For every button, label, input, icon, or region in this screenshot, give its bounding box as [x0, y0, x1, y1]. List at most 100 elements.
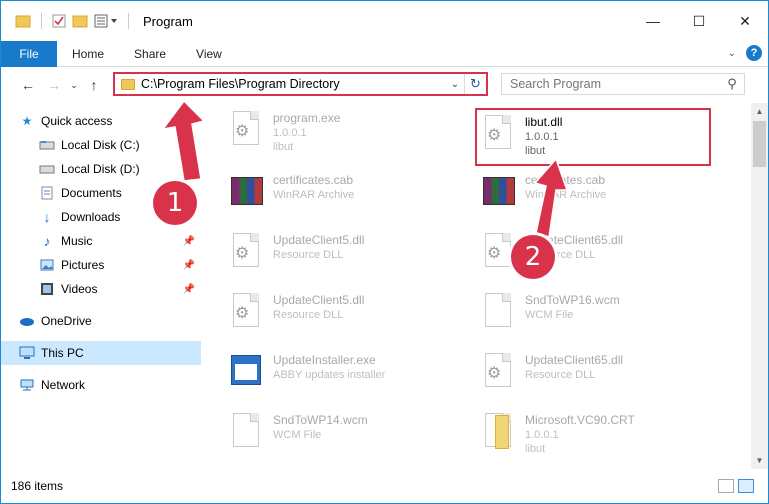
search-input[interactable]: [510, 77, 720, 91]
sidebar-item-network[interactable]: Network: [1, 373, 201, 397]
gear-icon: ⚙: [487, 365, 502, 382]
address-bar[interactable]: C:\Program Files\Program Directory ⌄ ↻: [113, 72, 488, 96]
sidebar-item-local-disk-c[interactable]: Local Disk (C:) 📌: [1, 133, 201, 157]
pin-icon[interactable]: 📌: [183, 236, 195, 247]
drive-icon: [39, 162, 55, 176]
ribbon-tabs: File Home Share View ⌄ ?: [1, 40, 768, 67]
file-item-certificates-cab[interactable]: certificates.cab WinRAR Archive: [477, 167, 717, 223]
file-item-updateclient5-dll[interactable]: ⚙ UpdateClient5.dll Resource DLL: [225, 227, 465, 283]
file-type: WinRAR Archive: [525, 189, 607, 201]
chevron-down-icon[interactable]: ⌄: [446, 79, 464, 90]
file-company: libut: [525, 443, 546, 455]
explorer-window: Program — ☐ ✕ File Home Share View ⌄ ? ←…: [0, 0, 769, 504]
tab-file[interactable]: File: [1, 40, 57, 67]
file-type: WinRAR Archive: [273, 189, 355, 201]
download-icon: ↓: [43, 209, 51, 225]
sidebar-item-quick-access[interactable]: ★ Quick access: [1, 109, 201, 133]
file-item-updateclient65-dll[interactable]: ⚙ UpdateClient65.dll Resource DLL: [477, 347, 717, 403]
file-item-sndtowp16-wcm[interactable]: SndToWP16.wcm WCM File: [477, 287, 717, 343]
step-2-badge: 2: [511, 235, 555, 279]
sidebar-item-onedrive[interactable]: OneDrive: [1, 309, 201, 333]
computer-icon: [19, 346, 35, 360]
pin-icon[interactable]: 📌: [183, 164, 195, 175]
tab-home[interactable]: Home: [57, 41, 119, 67]
gear-icon: ⚙: [235, 123, 250, 140]
documents-icon: [39, 186, 55, 200]
file-thumbnail: ⚙: [477, 351, 517, 395]
highlight-box: [475, 108, 711, 166]
file-item-certificates-cab[interactable]: certificates.cab WinRAR Archive: [225, 167, 465, 223]
tab-view[interactable]: View: [181, 41, 237, 67]
close-button[interactable]: ✕: [722, 1, 768, 41]
properties-icon[interactable]: [52, 14, 66, 28]
maximize-button[interactable]: ☐: [676, 1, 722, 41]
navigation-bar: ← → ⌄ ↑ C:\Program Files\Program Directo…: [1, 67, 768, 103]
pin-icon[interactable]: 📌: [183, 284, 195, 295]
recent-locations-icon[interactable]: ⌄: [67, 71, 81, 99]
new-folder-icon[interactable]: [72, 14, 88, 28]
view-buttons: [718, 479, 754, 493]
sidebar-item-pictures[interactable]: Pictures 📌: [1, 253, 201, 277]
file-type: Resource DLL: [273, 309, 344, 321]
sidebar-item-videos[interactable]: Videos 📌: [1, 277, 201, 301]
scroll-down-icon[interactable]: ▼: [751, 452, 768, 469]
pin-icon[interactable]: 📌: [183, 140, 195, 151]
file-name: UpdateInstaller.exe: [273, 353, 376, 367]
file-name: Microsoft.VC90.CRT: [525, 413, 635, 427]
pin-icon[interactable]: 📌: [183, 260, 195, 271]
customize-toolbar-icon[interactable]: [94, 14, 118, 28]
sidebar-item-label: Downloads: [61, 210, 121, 224]
sidebar-item-label: Documents: [61, 186, 122, 200]
file-name: UpdateClient5.dll: [273, 233, 365, 247]
file-item-updateclient5-dll[interactable]: ⚙ UpdateClient5.dll Resource DLL: [225, 287, 465, 343]
folder-icon[interactable]: [15, 14, 31, 28]
help-icon[interactable]: ?: [746, 45, 762, 61]
window-title: Program: [143, 13, 193, 29]
vertical-scrollbar[interactable]: ▲ ▼: [751, 103, 768, 469]
file-thumbnail: [225, 171, 265, 215]
file-thumbnail: ⚙: [225, 291, 265, 335]
forward-arrow-icon[interactable]: →: [41, 71, 67, 99]
sidebar-item-local-disk-d[interactable]: Local Disk (D:) 📌: [1, 157, 201, 181]
item-count: 186 items: [11, 479, 64, 493]
minimize-button[interactable]: —: [630, 1, 676, 41]
expand-ribbon-icon[interactable]: ⌄: [728, 48, 736, 59]
gear-icon: ⚙: [235, 245, 250, 262]
back-arrow-icon[interactable]: ←: [15, 71, 41, 99]
file-type: WCM File: [525, 309, 574, 321]
file-item-updateinstaller-exe[interactable]: UpdateInstaller.exe ABBY updates installe…: [225, 347, 465, 403]
file-type: Resource DLL: [273, 249, 344, 261]
blank-file-icon: [233, 413, 259, 447]
step-1-badge: 1: [153, 181, 197, 225]
folder-icon: [121, 78, 135, 90]
tiles-view-icon[interactable]: [738, 479, 754, 493]
gear-icon: ⚙: [235, 305, 250, 322]
search-icon[interactable]: ⚲: [720, 76, 744, 92]
file-name: program.exe: [273, 111, 341, 125]
refresh-icon[interactable]: ↻: [464, 74, 486, 94]
details-view-icon[interactable]: [718, 479, 734, 493]
sidebar-item-label: Videos: [61, 282, 98, 296]
sidebar-item-this-pc[interactable]: This PC: [1, 341, 201, 365]
file-name: SndToWP14.wcm: [273, 413, 368, 427]
file-item-microsoft-vc90-crt[interactable]: Microsoft.VC90.CRT 1.0.0.1 libut: [477, 407, 717, 463]
music-note-icon: ♪: [43, 233, 51, 249]
file-version: 1.0.0.1: [273, 127, 307, 139]
scroll-up-icon[interactable]: ▲: [751, 103, 768, 120]
winrar-icon: [231, 177, 263, 205]
file-type: WCM File: [273, 429, 322, 441]
file-item-sndtowp14-wcm[interactable]: SndToWP14.wcm WCM File: [225, 407, 465, 463]
navigation-pane: ★ Quick access Local Disk (C:) 📌 Local D…: [1, 109, 201, 469]
file-item-program-exe[interactable]: ⚙ program.exe 1.0.0.1 libut: [225, 105, 465, 161]
address-path[interactable]: C:\Program Files\Program Directory: [141, 77, 446, 91]
up-arrow-icon[interactable]: ↑: [81, 71, 107, 99]
tab-share[interactable]: Share: [119, 41, 181, 67]
file-thumbnail: [477, 171, 517, 215]
scroll-thumb[interactable]: [753, 121, 766, 167]
blank-file-icon: [485, 293, 511, 327]
search-box[interactable]: ⚲: [501, 73, 745, 95]
sidebar-item-music[interactable]: ♪ Music 📌: [1, 229, 201, 253]
